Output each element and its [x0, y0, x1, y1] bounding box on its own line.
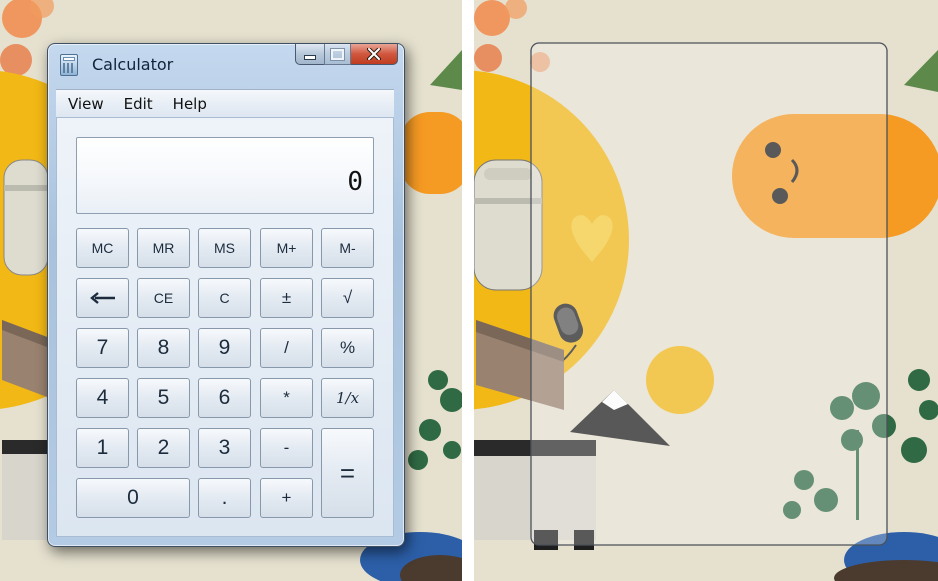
minus-button[interactable]: -: [260, 428, 313, 468]
equals-button[interactable]: =: [321, 428, 374, 518]
maximize-icon: [330, 47, 345, 61]
menu-edit[interactable]: Edit: [112, 95, 161, 113]
digit-6-button[interactable]: 6: [198, 378, 251, 418]
digit-5-button[interactable]: 5: [137, 378, 190, 418]
menu-bar: View Edit Help: [56, 89, 394, 118]
digit-8-button[interactable]: 8: [137, 328, 190, 368]
divide-button[interactable]: /: [260, 328, 313, 368]
back-arrow-icon: [89, 292, 115, 304]
calculator-display: 0: [76, 137, 374, 214]
reciprocal-button[interactable]: 1/x: [321, 378, 374, 418]
digit-0-button[interactable]: 0: [76, 478, 190, 518]
sqrt-button[interactable]: √: [321, 278, 374, 318]
window-title: Calculator: [92, 55, 174, 74]
digit-9-button[interactable]: 9: [198, 328, 251, 368]
desktop-wallpaper-unobstructed: [474, 0, 938, 581]
digit-4-button[interactable]: 4: [76, 378, 129, 418]
backspace-button[interactable]: [76, 278, 129, 318]
minimize-icon: [304, 54, 316, 60]
maximize-button[interactable]: [324, 44, 351, 65]
m-plus-button[interactable]: M+: [260, 228, 313, 268]
mc-button[interactable]: MC: [76, 228, 129, 268]
display-value: 0: [347, 167, 363, 197]
calculator-window: Calculator View Edit Help 0 MC MR MS M+ …: [47, 43, 405, 547]
c-button[interactable]: C: [198, 278, 251, 318]
multiply-button[interactable]: *: [260, 378, 313, 418]
mr-button[interactable]: MR: [137, 228, 190, 268]
digit-1-button[interactable]: 1: [76, 428, 129, 468]
close-button[interactable]: [351, 44, 398, 65]
minimize-button[interactable]: [295, 44, 324, 65]
plus-minus-button[interactable]: ±: [260, 278, 313, 318]
digit-3-button[interactable]: 3: [198, 428, 251, 468]
screenshot-left-panel: Calculator View Edit Help 0 MC MR MS M+ …: [0, 0, 462, 581]
ms-button[interactable]: MS: [198, 228, 251, 268]
menu-help[interactable]: Help: [161, 95, 215, 113]
calculator-icon: [60, 54, 78, 76]
m-minus-button[interactable]: M-: [321, 228, 374, 268]
screenshot-right-panel: [474, 0, 938, 581]
digit-7-button[interactable]: 7: [76, 328, 129, 368]
ce-button[interactable]: CE: [137, 278, 190, 318]
close-icon: [367, 48, 381, 60]
digit-2-button[interactable]: 2: [137, 428, 190, 468]
title-bar[interactable]: Calculator: [48, 44, 404, 88]
calculator-body: 0 MC MR MS M+ M- CE C ± √ 7 8 9 / % 4 5 …: [56, 117, 394, 537]
menu-view[interactable]: View: [56, 95, 112, 113]
caption-buttons: [295, 44, 398, 66]
percent-button[interactable]: %: [321, 328, 374, 368]
plus-button[interactable]: +: [260, 478, 313, 518]
decimal-button[interactable]: .: [198, 478, 251, 518]
